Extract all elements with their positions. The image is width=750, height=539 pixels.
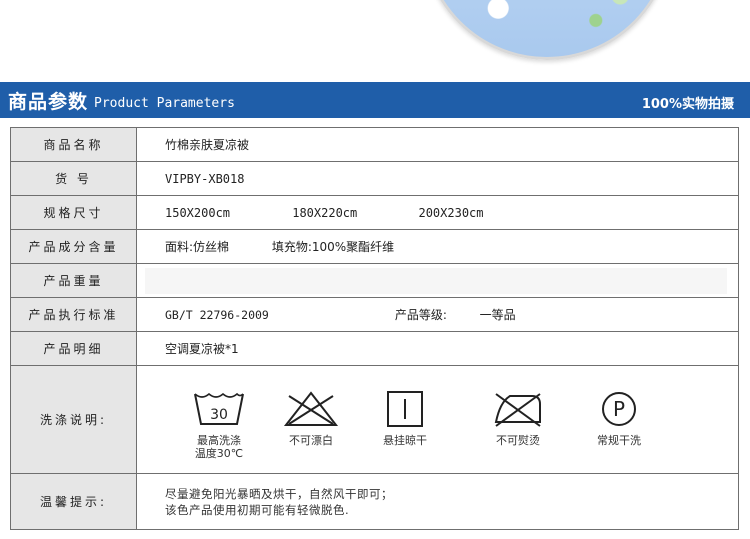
- row-label: 产品明细: [10, 331, 137, 366]
- wash-item: P 常规干洗: [589, 390, 649, 447]
- washtub-30-icon: 30: [194, 392, 244, 425]
- section-title-en: Product Parameters: [94, 95, 235, 111]
- grade-value: 一等品: [479, 308, 516, 322]
- row-label: 产品重量: [10, 263, 137, 298]
- table-row: 产品重量: [10, 263, 739, 298]
- table-row: 规格尺寸 150X200cm 180X220cm 200X230cm: [10, 195, 739, 230]
- row-label: 洗涤说明:: [10, 365, 137, 474]
- product-image-preview: [0, 0, 750, 80]
- wash-item: 不可熨烫: [483, 390, 553, 447]
- grade-label: 产品等级:: [394, 308, 447, 322]
- wash-icons-row: 30 最高洗涤 温度30℃ 不可漂白 悬挂晾干 不可熨烫 P 常规干洗: [137, 370, 738, 470]
- size-option: 150X200cm: [165, 205, 231, 220]
- table-row: 货 号 VIPBY-XB018: [10, 161, 739, 196]
- tip-line: 尽量避免阳光暴晒及烘干，自然风干即可；: [165, 486, 393, 501]
- row-label: 产品执行标准: [10, 297, 137, 332]
- wash-item: 不可漂白: [281, 390, 341, 447]
- line-dry-icon: [387, 390, 423, 427]
- filling-value: 填充物:100%聚酯纤维: [271, 240, 395, 254]
- product-parameters-table: 商品名称 竹棉亲肤夏凉被 货 号 VIPBY-XB018 规格尺寸 150X20…: [10, 127, 739, 530]
- tip-line: 该色产品使用初期可能有轻微脱色.: [165, 502, 350, 517]
- weight-value-text: [145, 267, 727, 294]
- dry-clean-letter: P: [613, 397, 625, 421]
- no-bleach-icon: [283, 390, 339, 426]
- dry-clean-p-icon: P: [602, 391, 636, 426]
- table-row: 洗涤说明: 30 最高洗涤 温度30℃ 不可漂白 悬挂晾干 不可熨烫 P 常规干…: [10, 365, 739, 474]
- wash-instructions: 30 最高洗涤 温度30℃ 不可漂白 悬挂晾干 不可熨烫 P 常规干洗: [136, 365, 739, 474]
- wash-caption: 不可漂白: [289, 433, 333, 447]
- section-header: 商品参数 Product Parameters 100%实物拍摄: [0, 82, 750, 118]
- weight-value: [136, 263, 739, 298]
- standard-value: GB/T 22796-2009: [165, 308, 269, 322]
- row-label: 产品成分含量: [10, 229, 137, 264]
- row-label: 温馨提示:: [10, 473, 137, 530]
- sku-value: VIPBY-XB018: [136, 161, 739, 196]
- standard-values: GB/T 22796-2009 产品等级: 一等品: [136, 297, 739, 332]
- wash-caption: 常规干洗: [597, 433, 641, 447]
- fabric-value: 面料:仿丝棉: [165, 240, 230, 254]
- table-row: 产品执行标准 GB/T 22796-2009 产品等级: 一等品: [10, 297, 739, 332]
- no-iron-icon: [494, 392, 541, 427]
- wash-caption: 不可熨烫: [496, 433, 540, 447]
- size-option: 180X220cm: [292, 205, 358, 220]
- row-label: 商品名称: [10, 127, 137, 162]
- section-title-cn: 商品参数: [8, 90, 89, 113]
- table-row: 温馨提示: 尽量避免阳光暴晒及烘干，自然风干即可； 该色产品使用初期可能有轻微脱…: [10, 473, 739, 530]
- wash-caption-line: 最高洗涤: [196, 433, 241, 447]
- table-row: 产品成分含量 面料:仿丝棉 填充物:100%聚酯纤维: [10, 229, 739, 264]
- row-label: 货 号: [10, 161, 137, 196]
- table-row: 产品明细 空调夏凉被*1: [10, 331, 739, 366]
- wash-item: 30 最高洗涤 温度30℃: [189, 390, 249, 460]
- wash-caption-line: 温度30℃: [194, 446, 244, 460]
- size-values: 150X200cm 180X220cm 200X230cm: [136, 195, 739, 230]
- wash-item: 悬挂晾干: [375, 390, 435, 447]
- table-row: 商品名称 竹棉亲肤夏凉被: [10, 127, 739, 162]
- quilt-photo-circle: [422, 0, 672, 60]
- wash-caption: 最高洗涤 温度30℃: [195, 434, 243, 460]
- detail-value: 空调夏凉被*1: [136, 331, 739, 366]
- row-label: 规格尺寸: [10, 195, 137, 230]
- wash-caption: 悬挂晾干: [383, 433, 427, 447]
- washtub-temp-label: 30: [210, 407, 228, 423]
- product-name-value: 竹棉亲肤夏凉被: [136, 127, 739, 162]
- tip-values: 尽量避免阳光暴晒及烘干，自然风干即可； 该色产品使用初期可能有轻微脱色.: [136, 473, 739, 530]
- composition-values: 面料:仿丝棉 填充物:100%聚酯纤维: [136, 229, 739, 264]
- size-option: 200X230cm: [418, 205, 484, 220]
- real-photo-badge: 100%实物拍摄: [641, 97, 734, 112]
